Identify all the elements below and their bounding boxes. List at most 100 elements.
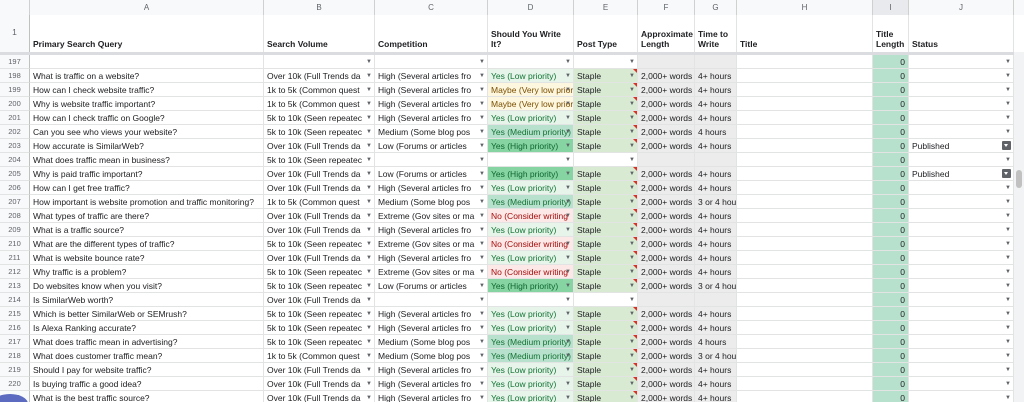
chevron-down-icon[interactable]: ▼ [366, 321, 372, 334]
column-letter-h[interactable]: H [737, 0, 873, 15]
cell-a[interactable]: What does traffic mean in advertising? [30, 335, 264, 349]
chevron-down-icon[interactable]: ▼ [565, 321, 571, 334]
cell-e[interactable]: Staple ▼ [574, 195, 638, 209]
cell-a[interactable]: What is traffic on a website? [30, 69, 264, 83]
cell-f[interactable]: 2,000+ words [638, 167, 695, 181]
cell-d[interactable]: Yes (Low priority) ▼ [488, 223, 574, 237]
chevron-down-icon[interactable]: ▼ [366, 139, 372, 152]
cell-a[interactable]: What is website bounce rate? [30, 251, 264, 265]
cell-j[interactable]: ▼ [909, 391, 1014, 402]
cell-i[interactable]: 0 [873, 265, 909, 279]
row-number[interactable]: 1 [0, 15, 30, 52]
chevron-down-icon[interactable]: ▼ [1005, 125, 1011, 138]
chevron-down-icon[interactable]: ▼ [1005, 83, 1011, 96]
cell-j[interactable]: ▼ [909, 363, 1014, 377]
cell-e[interactable]: Staple ▼ [574, 279, 638, 293]
cell-e[interactable]: Staple ▼ [574, 307, 638, 321]
column-letter-a[interactable]: A [30, 0, 264, 15]
cell-d[interactable]: Yes (Medium priority) ▼ [488, 125, 574, 139]
cell-f[interactable]: 2,000+ words [638, 139, 695, 153]
chevron-down-icon[interactable]: ▼ [479, 55, 485, 68]
chevron-down-icon[interactable]: ▼ [565, 209, 571, 222]
chevron-down-icon[interactable]: ▼ [479, 349, 485, 362]
header-cell-a[interactable]: Primary Search Query [30, 15, 264, 52]
chevron-down-icon[interactable]: ▼ [479, 195, 485, 208]
cell-i[interactable]: 0 [873, 223, 909, 237]
chevron-down-icon[interactable]: ▼ [565, 181, 571, 194]
chevron-down-icon[interactable]: ▼ [1005, 391, 1011, 402]
chevron-down-icon[interactable]: ▼ [366, 167, 372, 180]
chevron-down-icon[interactable]: ▼ [479, 209, 485, 222]
cell-c[interactable]: Medium (Some blog pos ▼ [375, 125, 488, 139]
chevron-down-icon[interactable]: ▼ [366, 237, 372, 250]
chevron-down-icon[interactable]: ▼ [565, 265, 571, 278]
cell-d[interactable]: Yes (Low priority) ▼ [488, 363, 574, 377]
chevron-down-icon[interactable]: ▼ [366, 209, 372, 222]
cell-i[interactable]: 0 [873, 125, 909, 139]
chevron-down-icon[interactable]: ▼ [565, 139, 571, 152]
cell-d[interactable]: Yes (Low priority) ▼ [488, 321, 574, 335]
cell-c[interactable]: Medium (Some blog pos ▼ [375, 349, 488, 363]
cell-f[interactable]: 2,000+ words [638, 391, 695, 402]
cell-j[interactable]: ▼ [909, 125, 1014, 139]
cell-d[interactable]: Yes (Low priority) ▼ [488, 307, 574, 321]
chevron-down-icon[interactable]: ▼ [366, 293, 372, 306]
cell-j[interactable]: Published [909, 167, 1014, 181]
cell-b[interactable]: Over 10k (Full Trends da ▼ [264, 167, 375, 181]
chevron-down-icon[interactable]: ▼ [1005, 209, 1011, 222]
cell-a[interactable]: Is buying traffic a good idea? [30, 377, 264, 391]
select-all-corner[interactable] [0, 0, 30, 15]
cell-f[interactable] [638, 293, 695, 307]
cell-a[interactable]: What are the different types of traffic? [30, 237, 264, 251]
cell-e[interactable]: Staple ▼ [574, 181, 638, 195]
cell-j[interactable]: ▼ [909, 97, 1014, 111]
cell-g[interactable]: 4 hours [695, 125, 737, 139]
cell-c[interactable]: ▼ [375, 153, 488, 167]
cell-d[interactable]: Maybe (Very low prior ▼ [488, 83, 574, 97]
cell-j[interactable]: ▼ [909, 111, 1014, 125]
chevron-down-icon[interactable]: ▼ [479, 83, 485, 96]
cell-e[interactable]: Staple ▼ [574, 83, 638, 97]
cell-b[interactable]: Over 10k (Full Trends da ▼ [264, 223, 375, 237]
header-cell-h[interactable]: Title [737, 15, 873, 52]
cell-i[interactable]: 0 [873, 69, 909, 83]
cell-g[interactable]: 4+ hours [695, 223, 737, 237]
header-cell-b[interactable]: Search Volume [264, 15, 375, 52]
chevron-down-icon[interactable]: ▼ [479, 69, 485, 82]
chevron-down-icon[interactable]: ▼ [366, 307, 372, 320]
cell-c[interactable]: Extreme (Gov sites or ma ▼ [375, 265, 488, 279]
chevron-down-icon[interactable]: ▼ [1005, 153, 1011, 166]
chevron-down-icon[interactable]: ▼ [479, 181, 485, 194]
cell-d[interactable]: Yes (Low priority) ▼ [488, 69, 574, 83]
chevron-down-icon[interactable]: ▼ [479, 377, 485, 390]
cell-g[interactable]: 4+ hours [695, 377, 737, 391]
cell-e[interactable]: Staple ▼ [574, 125, 638, 139]
chevron-down-icon[interactable]: ▼ [479, 321, 485, 334]
cell-e[interactable]: Staple ▼ [574, 97, 638, 111]
cell-c[interactable]: Medium (Some blog pos ▼ [375, 335, 488, 349]
cell-j[interactable]: ▼ [909, 195, 1014, 209]
cell-g[interactable]: 4+ hours [695, 139, 737, 153]
cell-j[interactable]: ▼ [909, 223, 1014, 237]
cell-c[interactable]: High (Several articles fro ▼ [375, 83, 488, 97]
cell-h[interactable] [737, 307, 873, 321]
cell-i[interactable]: 0 [873, 321, 909, 335]
cell-e[interactable]: Staple ▼ [574, 321, 638, 335]
cell-g[interactable]: 4+ hours [695, 265, 737, 279]
cell-b[interactable]: 1k to 5k (Common quest ▼ [264, 97, 375, 111]
cell-f[interactable]: 2,000+ words [638, 377, 695, 391]
cell-e[interactable]: Staple ▼ [574, 237, 638, 251]
chevron-down-icon[interactable]: ▼ [565, 377, 571, 390]
cell-i[interactable]: 0 [873, 237, 909, 251]
cell-d[interactable]: Yes (Medium priority) ▼ [488, 195, 574, 209]
cell-a[interactable]: What does customer traffic mean? [30, 349, 264, 363]
chevron-down-icon[interactable]: ▼ [565, 349, 571, 362]
cell-b[interactable]: 5k to 10k (Seen repeatec ▼ [264, 265, 375, 279]
chevron-down-icon[interactable]: ▼ [366, 335, 372, 348]
cell-i[interactable]: 0 [873, 83, 909, 97]
cell-i[interactable]: 0 [873, 307, 909, 321]
cell-g[interactable]: 4+ hours [695, 209, 737, 223]
cell-g[interactable]: 4+ hours [695, 181, 737, 195]
cell-h[interactable] [737, 321, 873, 335]
chevron-down-icon[interactable]: ▼ [479, 251, 485, 264]
